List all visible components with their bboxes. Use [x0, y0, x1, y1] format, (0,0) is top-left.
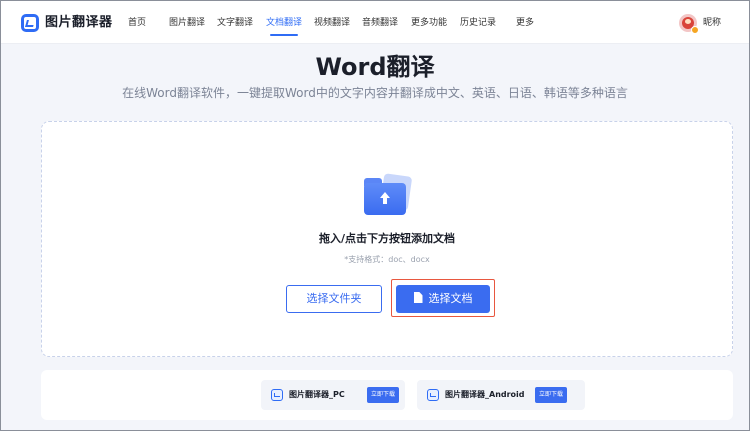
brand-name[interactable]: 图片翻译器: [45, 14, 113, 32]
active-tab-indicator: [270, 34, 298, 36]
download-bar: 图片翻译器_PC 立即下载 图片翻译器_Android 立即下载: [41, 370, 733, 420]
download-card-android: 图片翻译器_Android 立即下载: [417, 380, 585, 410]
upload-folder-icon: [364, 173, 413, 215]
page-title: Word翻译: [315, 53, 435, 81]
upload-arrow-icon: [380, 192, 390, 206]
app-logo-icon: [271, 389, 283, 401]
select-folder-button[interactable]: 选择文件夹: [286, 285, 382, 313]
nav-item-history[interactable]: 历史记录: [460, 16, 496, 30]
document-icon: [413, 292, 423, 303]
nav-item-document-translate[interactable]: 文档翻译: [266, 16, 302, 30]
nav-item-home[interactable]: 首页: [128, 16, 146, 30]
nav-item-audio-translate[interactable]: 音频翻译: [362, 16, 398, 30]
user-nickname[interactable]: 昵称: [703, 17, 721, 29]
nav-item-video-translate[interactable]: 视频翻译: [314, 16, 350, 30]
download-card-pc: 图片翻译器_PC 立即下载: [261, 380, 405, 410]
nav-item-more-features[interactable]: 更多功能: [411, 16, 447, 30]
supported-formats: *支持格式：doc、docx: [344, 255, 430, 264]
app-logo-icon: [427, 389, 439, 401]
upload-drop-zone[interactable]: 拖入/点击下方按钮添加文档 *支持格式：doc、docx 选择文件夹 选择文档: [41, 121, 733, 357]
download-pc-button[interactable]: 立即下载: [367, 387, 399, 403]
select-document-label: 选择文档: [428, 292, 473, 305]
nav-item-image-translate[interactable]: 图片翻译: [169, 16, 205, 30]
page-subtitle: 在线Word翻译软件，一键提取Word中的文字内容并翻译成中文、英语、日语、韩语…: [122, 86, 628, 100]
vip-badge-icon: [691, 26, 699, 34]
upload-prompt: 拖入/点击下方按钮添加文档: [318, 232, 456, 245]
nav-item-text-translate[interactable]: 文字翻译: [217, 16, 253, 30]
download-name-pc: 图片翻译器_PC: [289, 390, 345, 399]
download-android-button[interactable]: 立即下载: [535, 387, 567, 403]
nav-item-more[interactable]: 更多: [516, 16, 534, 30]
app-logo-icon[interactable]: [21, 14, 39, 32]
select-document-button[interactable]: 选择文档: [396, 285, 490, 313]
top-nav-bar: 图片翻译器 首页 图片翻译 文字翻译 文档翻译 视频翻译 音频翻译 更多功能 历…: [1, 1, 749, 44]
download-name-android: 图片翻译器_Android: [445, 390, 525, 399]
